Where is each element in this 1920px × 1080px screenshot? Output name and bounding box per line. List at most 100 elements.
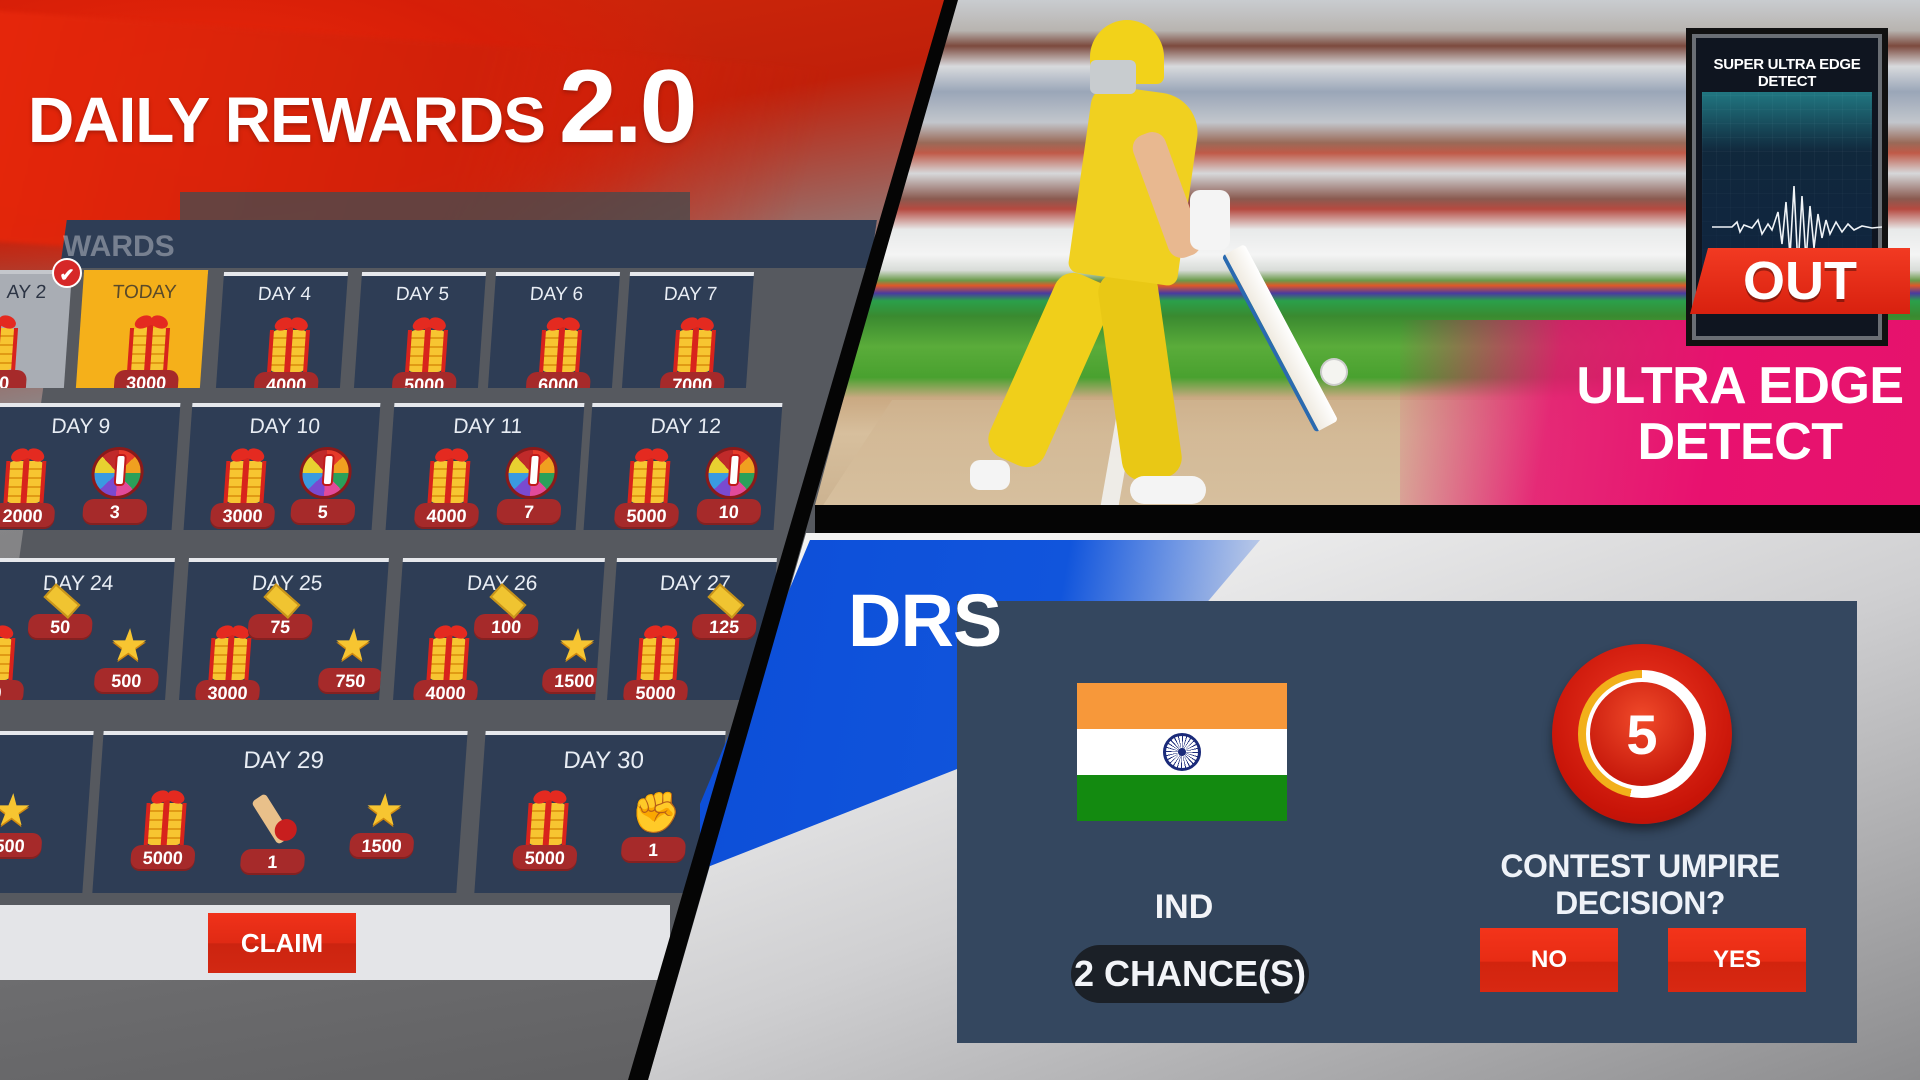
chances-remaining-badge: 2 CHANCE(S) <box>1071 945 1309 1003</box>
reward-amount: 3000 <box>113 370 180 388</box>
reward-item: ★ 500 <box>93 621 162 694</box>
day-label: DAY 29 <box>242 747 325 774</box>
reward-amount: 4000 <box>253 372 320 388</box>
reward-amount: 3000 <box>209 503 276 529</box>
reward-card[interactable]: DAY 4 4000 <box>215 272 349 388</box>
reward-card[interactable]: ★ 500 <box>0 731 94 893</box>
reward-card[interactable]: AY 2 000 <box>0 270 73 388</box>
reward-card[interactable]: DAY 24 00 50 ★ 500 <box>0 558 175 700</box>
reward-item: 4000 <box>412 622 483 700</box>
reward-amount: 7000 <box>659 372 726 388</box>
reward-item: 4000 <box>253 314 323 388</box>
fist-icon: ✊ <box>629 791 683 835</box>
reward-amount: 1 <box>239 849 306 875</box>
out-verdict-banner: OUT <box>1690 248 1910 314</box>
reward-item: 7 <box>495 447 565 525</box>
star-icon: ★ <box>331 621 375 670</box>
reward-item: 000 <box>0 312 31 388</box>
day-label: DAY 9 <box>50 415 111 438</box>
spin-wheel-icon <box>503 447 560 499</box>
reward-card[interactable]: DAY 27 5000 125 <box>607 558 777 700</box>
claim-button[interactable]: CLAIM <box>208 913 356 973</box>
reward-item: 3000 <box>113 312 183 388</box>
reward-card[interactable]: DAY 10 3000 5 <box>183 403 381 530</box>
reward-item: 5000 <box>391 314 461 388</box>
gift-coins-icon <box>0 445 51 503</box>
reward-card[interactable]: DAY 30 5000 ✊ 1 <box>474 731 726 893</box>
ticket-icon <box>263 583 301 619</box>
day-label: DAY 30 <box>562 747 645 774</box>
reward-amount: 1500 <box>541 668 605 694</box>
reward-card[interactable]: DAY 9 2000 3 <box>0 403 181 530</box>
reward-amount: 5 <box>289 499 356 525</box>
page-title: DAILY REWARDS 2.0 <box>28 48 698 167</box>
reward-amount: 10 <box>695 499 762 525</box>
star-icon: ★ <box>0 786 34 835</box>
gift-coins-icon <box>401 314 453 372</box>
claimed-check-icon: ✔ <box>52 258 82 288</box>
reward-amount: 5000 <box>613 503 680 529</box>
reward-amount: 75 <box>247 614 314 640</box>
reward-item: 5000 <box>622 622 693 700</box>
reward-item: ★ 750 <box>317 621 386 694</box>
ticket-icon <box>43 583 81 619</box>
title-version: 2.0 <box>558 49 698 165</box>
timer-progress-ring: 5 <box>1578 670 1706 798</box>
board-header-label: WARDS <box>63 230 175 263</box>
star-icon: ★ <box>107 621 151 670</box>
reward-amount: 3000 <box>194 680 261 700</box>
batsman <box>960 10 1346 504</box>
reward-item: 5000 <box>511 787 582 871</box>
no-button[interactable]: NO <box>1480 928 1618 992</box>
reward-item: 75 <box>247 583 314 640</box>
reward-amount: 4000 <box>413 503 480 529</box>
reward-card[interactable]: DAY 11 4000 7 <box>385 403 585 530</box>
ashoka-chakra-icon <box>1163 733 1201 771</box>
reward-item: 1 <box>239 789 310 875</box>
reward-item: 6000 <box>525 314 595 388</box>
reward-item: ★ 1500 <box>348 786 418 859</box>
team-name: IND <box>1154 888 1214 926</box>
day-label: DAY 7 <box>663 284 718 305</box>
feature-label-line2: DETECT <box>1637 413 1844 471</box>
day-label: DAY 10 <box>248 415 321 438</box>
reward-item: 7000 <box>659 314 729 388</box>
reward-item: 00 <box>0 622 28 700</box>
spin-wheel-icon <box>703 447 760 499</box>
reward-card[interactable]: DAY 29 5000 1 ★ 1500 <box>92 731 468 893</box>
reward-item: 5000 <box>129 787 200 871</box>
yes-button[interactable]: YES <box>1668 928 1806 992</box>
cricket-ball <box>1322 360 1346 384</box>
gift-coins-icon <box>623 445 675 503</box>
title-text: DAILY REWARDS <box>28 84 546 156</box>
day-label: DAY 6 <box>529 284 584 305</box>
reward-card[interactable]: DAY 7 7000 <box>621 272 755 388</box>
reward-card[interactable]: TODAY 3000 <box>75 270 209 388</box>
reward-item: ✊ 1 <box>620 789 689 863</box>
reward-amount: 750 <box>317 668 384 694</box>
reward-card[interactable]: DAY 6 6000 <box>487 272 621 388</box>
reward-card[interactable]: DAY 5 5000 <box>353 272 487 388</box>
reward-item: 5 <box>289 447 359 525</box>
reward-item: 125 <box>691 583 758 640</box>
gift-coins-icon <box>140 787 192 845</box>
reward-amount: 2000 <box>0 503 56 529</box>
reward-item: 5000 <box>613 445 684 529</box>
reward-card[interactable]: DAY 25 3000 75 ★ 750 <box>179 558 389 700</box>
day-label: TODAY <box>111 282 178 303</box>
reward-item: 10 <box>695 447 765 525</box>
horizontal-divider <box>815 505 1920 533</box>
reward-card[interactable]: DAY 26 4000 100 ★ 1500 <box>393 558 605 700</box>
reward-amount: 1500 <box>348 833 415 859</box>
gift-coins-icon <box>522 787 574 845</box>
gift-coins-icon <box>219 445 271 503</box>
reward-amount: 125 <box>691 614 758 640</box>
reward-item: ★ 1500 <box>541 621 605 694</box>
gift-coins-icon <box>632 622 684 680</box>
reward-card[interactable]: DAY 12 5000 10 <box>583 403 783 530</box>
ultra-edge-feature-label: ULTRA EDGE DETECT <box>1560 358 1920 470</box>
reward-amount: 000 <box>0 370 28 388</box>
reward-amount: 500 <box>93 668 160 694</box>
drs-title: DRS <box>848 579 1002 662</box>
gift-coins-icon <box>263 314 315 372</box>
